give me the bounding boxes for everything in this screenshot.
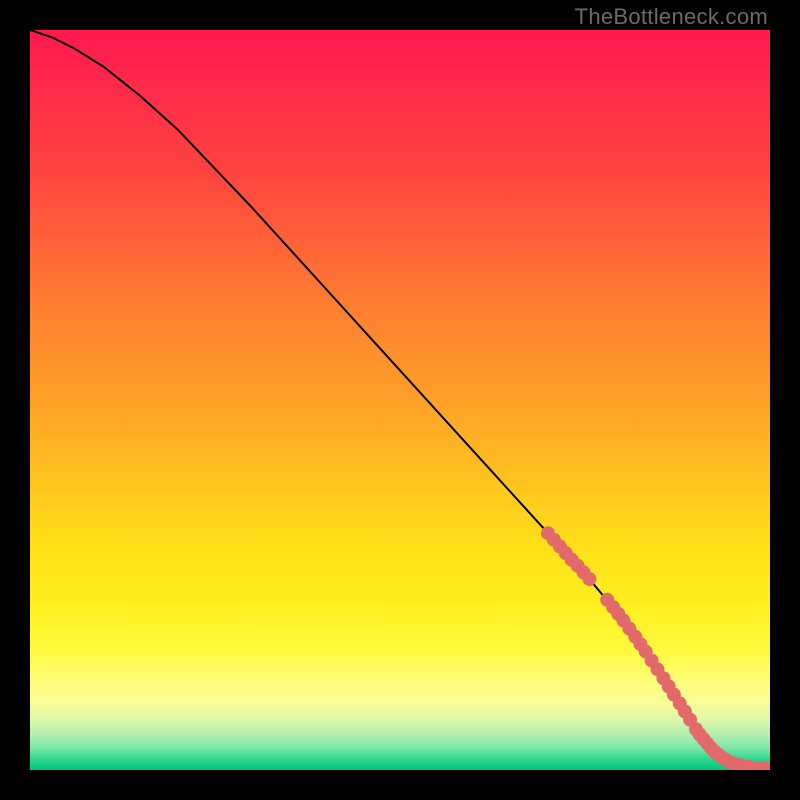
data-markers [541, 526, 770, 770]
curve-path [30, 30, 770, 769]
watermark-text: TheBottleneck.com [575, 4, 768, 30]
chart-frame: TheBottleneck.com [0, 0, 800, 800]
curve-line [30, 30, 770, 769]
plot-area [30, 30, 770, 770]
chart-svg [30, 30, 770, 770]
data-marker [582, 572, 596, 586]
